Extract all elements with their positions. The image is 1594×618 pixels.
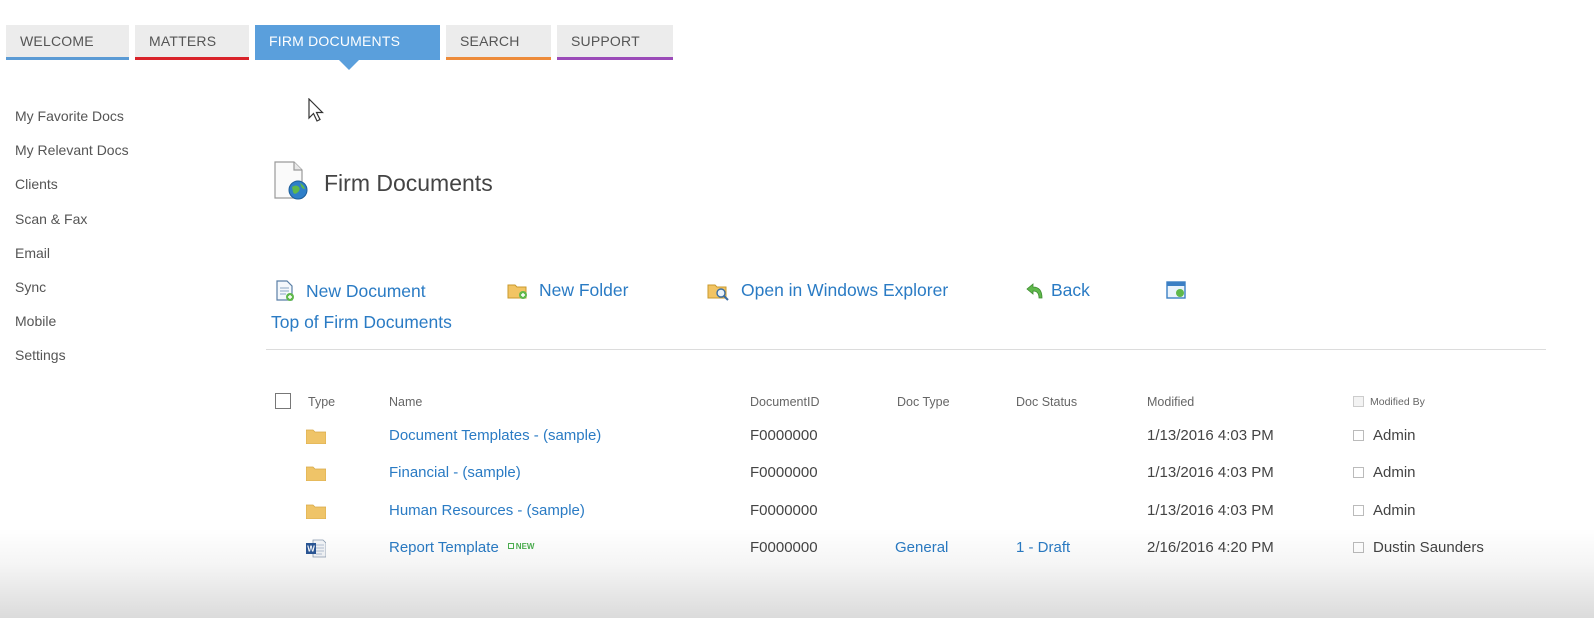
column-header-name[interactable]: Name [389,395,422,409]
document-templates-link[interactable]: Document Templates - (sample) [389,427,601,444]
back-button[interactable]: Back [1025,280,1090,301]
svg-text:W: W [307,545,315,554]
sidebar-item-sync[interactable]: Sync [15,275,129,309]
modified-by-header-label: Modified By [1370,396,1425,408]
toolbar-divider [266,349,1546,350]
modified-cell: 1/13/2016 4:03 PM [1147,464,1274,481]
modified-by-cell: Admin [1353,427,1416,444]
column-header-document-id[interactable]: DocumentID [750,395,819,409]
open-in-explorer-label: Open in Windows Explorer [741,280,949,300]
column-header-doc-type[interactable]: Doc Type [897,395,950,409]
new-badge-label: NEW [515,541,535,551]
mouse-cursor-icon [308,97,326,129]
modified-by-name[interactable]: Admin [1373,464,1416,481]
modified-by-name[interactable]: Admin [1373,502,1416,519]
human-resources-link[interactable]: Human Resources - (sample) [389,502,585,519]
calendar-view-icon [1166,281,1186,299]
table-row: Financial - (sample) F0000000 1/13/2016 … [275,461,1535,485]
table-row: Document Templates - (sample) F0000000 1… [275,424,1535,448]
table-header: Type Name DocumentID Doc Type Doc Status… [275,390,1535,414]
financial-link[interactable]: Financial - (sample) [389,464,521,481]
modified-by-cell: Admin [1353,502,1416,519]
presence-checkbox[interactable] [1353,429,1364,441]
tab-welcome[interactable]: WELCOME [6,25,129,60]
new-badge-icon [507,542,514,549]
document-id-cell: F0000000 [750,539,818,556]
word-document-icon: W [306,538,327,562]
column-header-modified[interactable]: Modified [1147,395,1194,409]
table-row: Human Resources - (sample) F0000000 1/13… [275,499,1535,523]
folder-icon [305,428,327,448]
document-globe-icon [272,160,310,207]
sidebar-item-settings[interactable]: Settings [15,343,129,377]
sidebar-item-clients[interactable]: Clients [15,172,129,206]
folder-icon [305,503,327,523]
modified-cell: 1/13/2016 4:03 PM [1147,502,1274,519]
tab-search[interactable]: SEARCH [446,25,551,60]
modified-by-cell: Dustin Saunders [1353,539,1484,556]
back-label: Back [1051,280,1090,300]
column-header-doc-status[interactable]: Doc Status [1016,395,1077,409]
doc-status-link[interactable]: 1 - Draft [1016,539,1070,556]
tab-firm-documents[interactable]: FIRM DOCUMENTS [255,25,440,70]
document-id-cell: F0000000 [750,427,818,444]
document-id-cell: F0000000 [750,502,818,519]
new-document-label: New Document [306,280,426,301]
document-id-cell: F0000000 [750,464,818,481]
top-nav-tabs: WELCOME MATTERS FIRM DOCUMENTS SEARCH SU… [6,25,679,70]
select-all-checkbox[interactable] [275,393,291,409]
column-header-type[interactable]: Type [308,395,335,409]
modified-by-name[interactable]: Dustin Saunders [1373,539,1484,556]
calendar-view-button[interactable] [1166,280,1198,300]
report-template-link[interactable]: Report Template [389,539,499,556]
new-folder-button[interactable]: New Folder [507,280,628,301]
new-folder-label: New Folder [539,280,629,300]
new-document-button[interactable]: New Document [274,280,426,302]
tab-matters[interactable]: MATTERS [135,25,249,60]
new-folder-icon [507,284,527,299]
sidebar-item-mobile[interactable]: Mobile [15,309,129,343]
presence-checkbox[interactable] [1353,466,1364,478]
page-header: Firm Documents [272,160,493,207]
presence-checkbox[interactable] [1353,541,1364,553]
tab-support[interactable]: SUPPORT [557,25,673,60]
modified-by-cell: Admin [1353,464,1416,481]
presence-checkbox[interactable] [1353,504,1364,516]
left-nav: My Favorite Docs My Relevant Docs Client… [15,104,129,378]
table-row: W Report Template NEW F0000000 General 1 … [275,536,1535,560]
report-template-cell: Report Template NEW [389,539,534,556]
open-in-explorer-button[interactable]: Open in Windows Explorer [707,280,948,301]
sidebar-item-email[interactable]: Email [15,241,129,275]
folder-search-icon [707,284,729,301]
modified-cell: 2/16/2016 4:20 PM [1147,539,1274,556]
folder-icon [305,465,327,485]
modified-by-name[interactable]: Admin [1373,427,1416,444]
sidebar-item-scan-fax[interactable]: Scan & Fax [15,207,129,241]
column-header-modified-by[interactable]: Modified By [1353,395,1425,408]
sidebar-item-my-relevant-docs[interactable]: My Relevant Docs [15,138,129,172]
back-arrow-icon [1026,282,1043,298]
new-badge: NEW [507,541,535,551]
doc-type-link[interactable]: General [895,539,948,556]
sidebar-item-my-favorite-docs[interactable]: My Favorite Docs [15,104,129,138]
breadcrumb-top-of-firm-documents[interactable]: Top of Firm Documents [271,312,452,333]
modified-by-header-checkbox[interactable] [1353,395,1364,407]
modified-cell: 1/13/2016 4:03 PM [1147,427,1274,444]
page-title: Firm Documents [324,170,493,196]
new-document-icon [276,280,294,301]
